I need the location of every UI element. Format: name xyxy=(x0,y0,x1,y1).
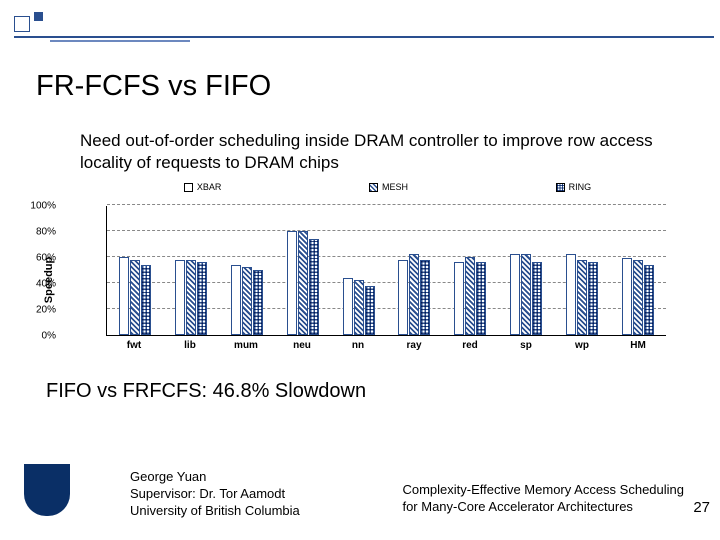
bar-xbar xyxy=(398,260,408,335)
bar-ring xyxy=(420,260,430,335)
bar-xbar xyxy=(119,257,129,335)
legend-xbar: XBAR xyxy=(184,182,222,192)
author-name: George Yuan xyxy=(130,469,300,486)
slide-title: FR-FCFS vs FIFO xyxy=(36,70,271,103)
bar-group xyxy=(498,206,554,335)
plot-area xyxy=(106,206,666,336)
bar-ring xyxy=(476,262,486,335)
chart-legend: XBAR MESH RING xyxy=(110,182,665,192)
slowdown-text: FIFO vs FRFCFS: 46.8% Slowdown xyxy=(46,380,366,403)
y-tick: 60% xyxy=(22,253,56,264)
x-tick: sp xyxy=(498,340,554,351)
author-supervisor: Supervisor: Dr. Tor Aamodt xyxy=(130,486,300,503)
paper-title: Complexity-Effective Memory Access Sched… xyxy=(402,482,684,516)
bar-xbar xyxy=(454,262,464,335)
bar-ring xyxy=(141,265,151,335)
y-tick: 100% xyxy=(22,201,56,212)
swatch-icon xyxy=(369,183,378,192)
bar-ring xyxy=(253,270,263,335)
bar-xbar xyxy=(231,265,241,335)
bar-mesh xyxy=(130,260,140,335)
author-block: George Yuan Supervisor: Dr. Tor Aamodt U… xyxy=(130,469,300,520)
legend-mesh: MESH xyxy=(369,182,408,192)
header-decoration xyxy=(14,10,74,40)
paper-line2: for Many-Core Accelerator Architectures xyxy=(402,499,684,516)
bar-xbar xyxy=(510,254,520,335)
bar-mesh xyxy=(577,260,587,335)
bar-xbar xyxy=(343,278,353,335)
y-tick: 40% xyxy=(22,279,56,290)
x-tick: red xyxy=(442,340,498,351)
legend-label: RING xyxy=(569,182,592,192)
bar-ring xyxy=(309,239,319,335)
slide: FR-FCFS vs FIFO Need out-of-order schedu… xyxy=(0,0,720,540)
footer: George Yuan Supervisor: Dr. Tor Aamodt U… xyxy=(0,454,720,524)
x-tick: wp xyxy=(554,340,610,351)
slide-number: 27 xyxy=(693,499,710,516)
body-text: Need out-of-order scheduling inside DRAM… xyxy=(80,130,680,174)
bar-mesh xyxy=(242,267,252,335)
bar-mesh xyxy=(354,280,364,335)
bar-xbar xyxy=(287,231,297,335)
y-tick: 80% xyxy=(22,227,56,238)
bar-group xyxy=(387,206,443,335)
bar-xbar xyxy=(175,260,185,335)
bar-xbar xyxy=(622,258,632,335)
bar-group xyxy=(331,206,387,335)
bar-ring xyxy=(644,265,654,335)
bar-group xyxy=(219,206,275,335)
bar-mesh xyxy=(465,257,475,335)
bar-groups xyxy=(107,206,666,335)
x-labels: fwtlibmumneunnrayredspwpHM xyxy=(106,340,666,351)
bar-ring xyxy=(197,262,207,335)
x-tick: ray xyxy=(386,340,442,351)
legend-label: XBAR xyxy=(197,182,222,192)
y-tick: 20% xyxy=(22,305,56,316)
x-tick: lib xyxy=(162,340,218,351)
author-affiliation: University of British Columbia xyxy=(130,503,300,520)
bar-ring xyxy=(532,262,542,335)
bar-mesh xyxy=(409,254,419,335)
bar-mesh xyxy=(186,260,196,335)
bar-group xyxy=(554,206,610,335)
bar-group xyxy=(107,206,163,335)
y-tick: 0% xyxy=(22,331,56,342)
bar-ring xyxy=(588,262,598,335)
bar-mesh xyxy=(521,254,531,335)
ubc-logo-icon xyxy=(24,464,70,524)
swatch-icon xyxy=(184,183,193,192)
bar-group xyxy=(610,206,666,335)
swatch-icon xyxy=(556,183,565,192)
bar-ring xyxy=(365,286,375,335)
x-tick: neu xyxy=(274,340,330,351)
legend-ring: RING xyxy=(556,182,592,192)
bar-xbar xyxy=(566,254,576,335)
bar-group xyxy=(442,206,498,335)
x-tick: mum xyxy=(218,340,274,351)
bar-group xyxy=(275,206,331,335)
x-tick: fwt xyxy=(106,340,162,351)
x-tick: HM xyxy=(610,340,666,351)
bar-mesh xyxy=(633,260,643,335)
legend-label: MESH xyxy=(382,182,408,192)
x-tick: nn xyxy=(330,340,386,351)
chart: Speedup 0%20%40%60%80%100% fwtlibmumneun… xyxy=(60,200,680,360)
paper-line1: Complexity-Effective Memory Access Sched… xyxy=(402,482,684,499)
bar-group xyxy=(163,206,219,335)
bar-mesh xyxy=(298,231,308,335)
